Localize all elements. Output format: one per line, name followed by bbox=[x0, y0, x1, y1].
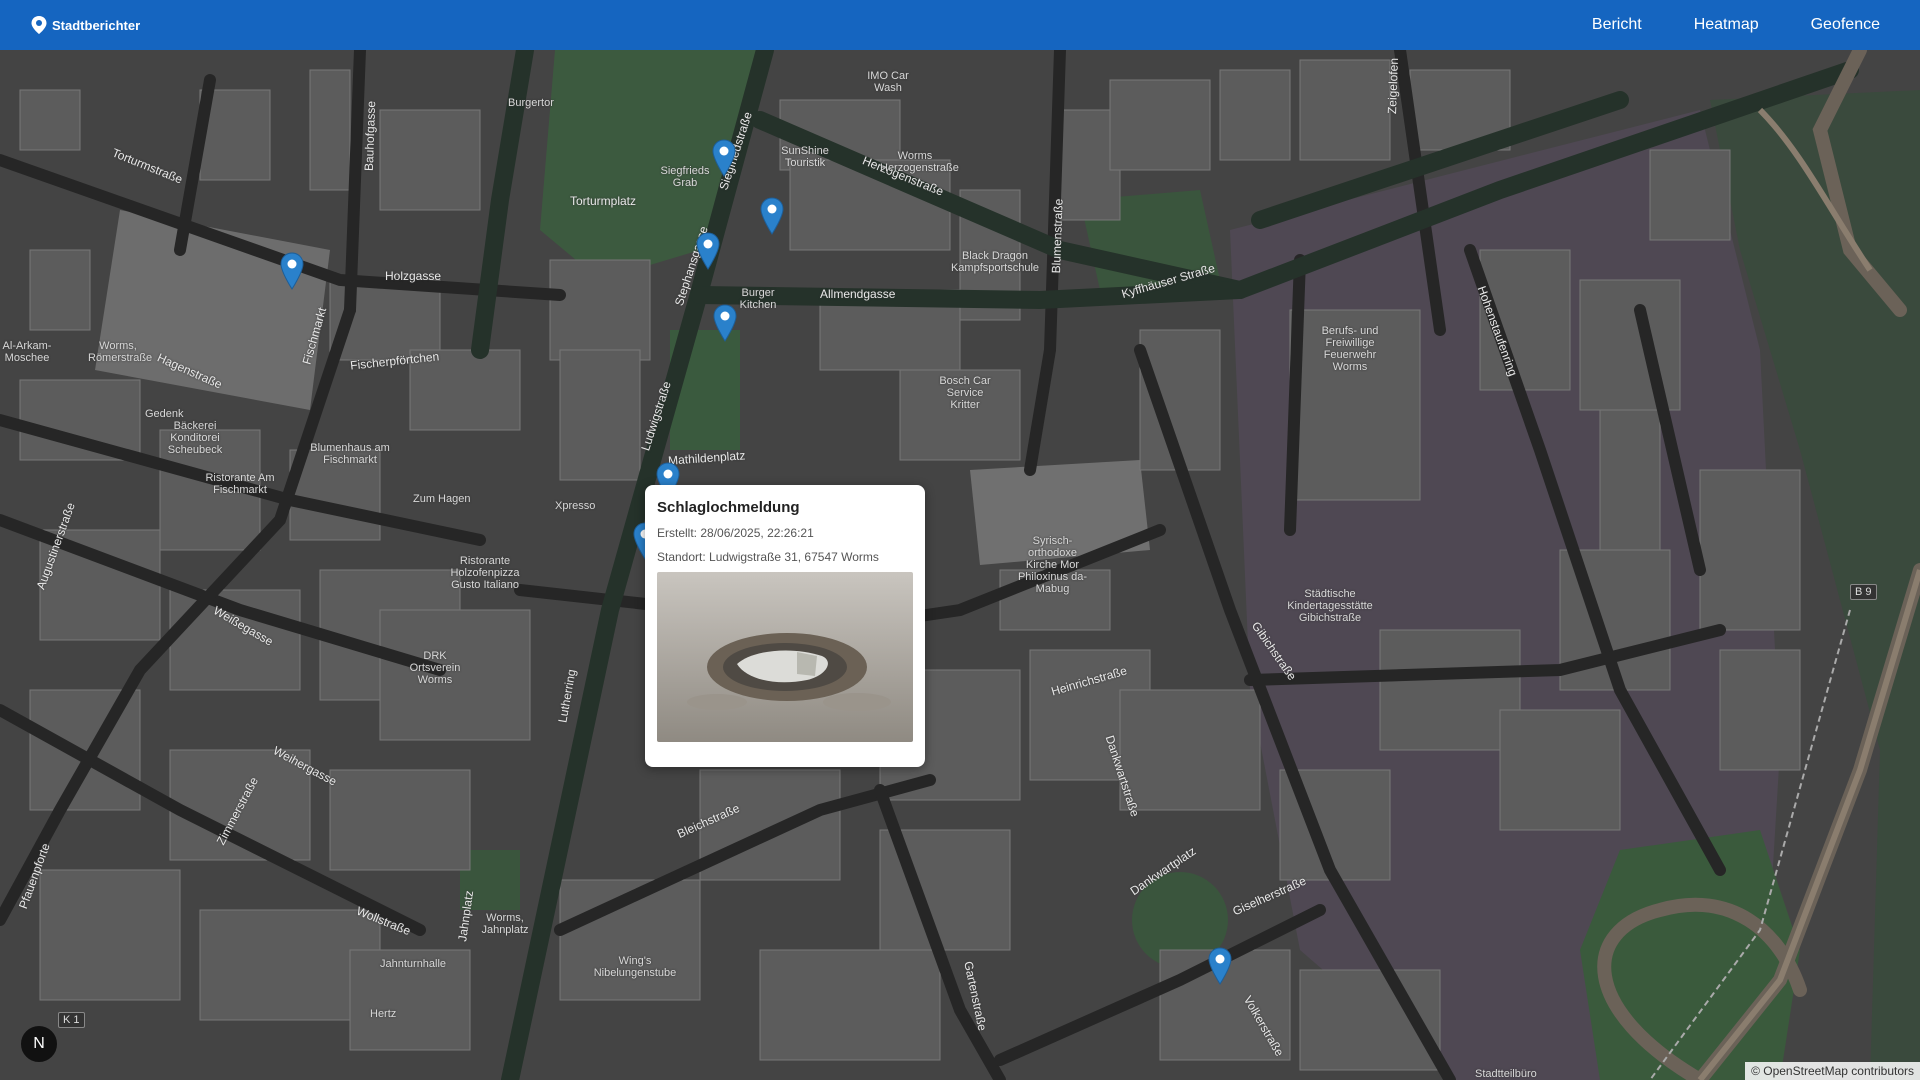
poi-label: Xpresso bbox=[555, 500, 596, 512]
poi-label: Syrisch-orthodoxe Kirche Mor Philoxinus … bbox=[1017, 535, 1088, 595]
street-label: Blumenstraße bbox=[1049, 198, 1066, 274]
map-marker[interactable] bbox=[696, 232, 720, 270]
poi-label: Hertz bbox=[370, 1008, 397, 1020]
popup-title: Schlaglochmeldung bbox=[657, 499, 800, 516]
poi-label: DRK Ortsverein Worms bbox=[409, 650, 461, 686]
map-marker[interactable] bbox=[760, 197, 784, 235]
poi-label: Bäckerei Konditorei Scheubeck bbox=[167, 420, 223, 456]
poi-label: Zum Hagen bbox=[413, 493, 471, 505]
poi-label: Burger Kitchen bbox=[739, 287, 777, 311]
street-label: Torturmplatz bbox=[570, 194, 637, 208]
poi-label: Gedenk bbox=[145, 408, 184, 420]
street-label: Allmendgasse bbox=[820, 287, 896, 301]
poi-label: Stadtteilbüro bbox=[1475, 1068, 1537, 1080]
poi-label: Worms, Römerstraße bbox=[88, 340, 153, 364]
nav-geofence[interactable]: Geofence bbox=[1785, 16, 1890, 34]
compass-button[interactable]: N bbox=[20, 1025, 58, 1063]
brand-label: Stadtberichter bbox=[52, 17, 141, 33]
poi-label: Bosch Car Service Kritter bbox=[939, 375, 991, 411]
poi-label: Jahnturnhalle bbox=[380, 958, 447, 970]
map-pin-icon bbox=[31, 16, 47, 34]
road-shield: B 9 bbox=[1850, 584, 1877, 600]
map-marker[interactable] bbox=[280, 252, 304, 290]
poi-label: Städtische Kindertagesstätte Gibichstraß… bbox=[1287, 588, 1373, 624]
nav-bericht[interactable]: Bericht bbox=[1566, 16, 1668, 34]
street-label: Bauhofgasse bbox=[361, 100, 379, 172]
popup-location: Standort: Ludwigstraße 31, 67547 Worms bbox=[657, 550, 879, 564]
poi-label: Berufs- und Freiwillige Feuerwehr Worms bbox=[1321, 325, 1379, 373]
map-tiles[interactable] bbox=[0, 50, 1920, 1080]
map-attribution: © OpenStreetMap contributors bbox=[1745, 1062, 1920, 1080]
street-label: Zeigelofen bbox=[1385, 57, 1401, 115]
map-marker[interactable] bbox=[712, 139, 736, 177]
nav-links: Bericht Heatmap Geofence bbox=[1566, 16, 1890, 34]
map[interactable]: Torturmstraße Holzgasse Fischerpförtchen… bbox=[0, 50, 1920, 1080]
road-shield: K 1 bbox=[58, 1012, 85, 1028]
map-marker[interactable] bbox=[1208, 947, 1232, 985]
osm-link[interactable]: OpenStreetMap bbox=[1763, 1064, 1848, 1078]
poi-label: Siegfrieds Grab bbox=[660, 165, 710, 189]
navbar: Stadtberichter Bericht Heatmap Geofence bbox=[0, 0, 1920, 50]
pothole-photo bbox=[657, 572, 913, 742]
attribution-prefix: © bbox=[1751, 1064, 1764, 1078]
poi-label: Ristorante Am Fischmarkt bbox=[205, 472, 275, 496]
nav-heatmap[interactable]: Heatmap bbox=[1668, 16, 1785, 34]
report-popup[interactable]: Schlaglochmeldung Erstellt: 28/06/2025, … bbox=[645, 485, 925, 767]
poi-label: Blumenhaus am Fischmarkt bbox=[310, 442, 390, 466]
poi-label: Worms, Jahnplatz bbox=[481, 912, 529, 936]
poi-label: Al-Arkam-Moschee bbox=[2, 340, 52, 364]
poi-label: Worms Herzogenstraße bbox=[880, 150, 959, 174]
poi-label: Black Dragon Kampfsportschule bbox=[950, 250, 1040, 274]
map-marker[interactable] bbox=[713, 304, 737, 342]
poi-label: Wing's Nibelungenstube bbox=[593, 955, 677, 979]
poi-label: Ristorante Holzofenpizza Gusto Italiano bbox=[450, 555, 520, 591]
popup-created: Erstellt: 28/06/2025, 22:26:21 bbox=[657, 526, 814, 540]
brand[interactable]: Stadtberichter bbox=[30, 15, 140, 35]
poi-label: SunShine Touristik bbox=[781, 145, 829, 169]
attribution-suffix: contributors bbox=[1847, 1064, 1914, 1078]
poi-label: Burgertor bbox=[508, 97, 554, 109]
street-label: Holzgasse bbox=[385, 269, 442, 283]
poi-label: IMO Car Wash bbox=[867, 70, 909, 94]
